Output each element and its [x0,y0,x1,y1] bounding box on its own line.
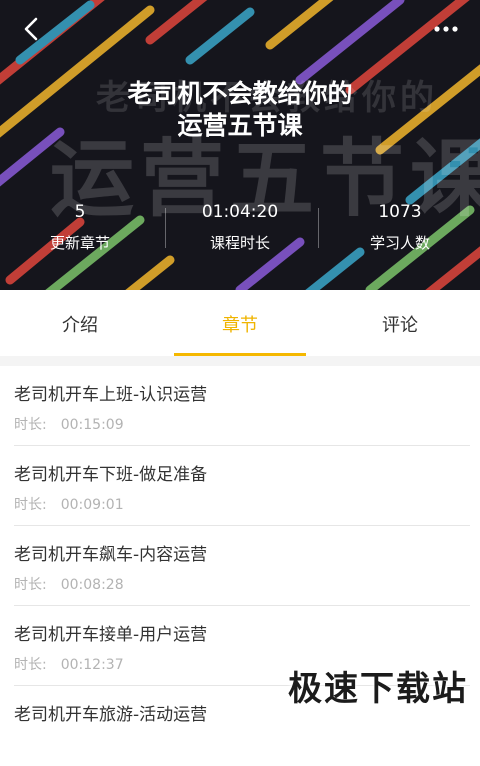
tab-chapters[interactable]: 章节 [160,290,320,356]
watermark-logo: 极速下载站 [288,669,468,709]
chapter-title: 老司机开车飙车-内容运营 [14,545,208,565]
course-stats: 5 更新章节 01:04:20 课程时长 1073 学习人数 [0,200,480,260]
course-tabs: 介绍 章节 评论 [0,290,480,357]
stat-chapters: 5 更新章节 [0,200,160,260]
tab-label: 章节 [222,315,258,336]
stat-value: 01:04:20 [201,202,279,222]
course-header: 老司机不会教给你的 运营五节课 老司机不会教给你的 运营五节课 5 更新章节 0… [0,0,480,290]
chapter-title: 老司机开车上班-认识运营 [14,385,208,405]
duration-label: 时长: [14,657,47,673]
course-title-line2: 运营五节课 [177,111,303,140]
stat-learners: 1073 学习人数 [320,200,480,260]
chapter-duration: 00:08:28 [60,577,124,593]
section-gap [0,356,480,366]
stat-label: 更新章节 [49,234,110,252]
duration-label: 时长: [14,497,47,513]
chapter-title: 老司机开车下班-做足准备 [14,465,208,485]
stat-label: 课程时长 [209,234,270,252]
chapter-meta: 时长: 00:08:28 [14,574,124,594]
more-button[interactable] [426,12,466,46]
stat-duration: 01:04:20 课程时长 [160,200,320,260]
tab-intro[interactable]: 介绍 [0,290,160,356]
chapter-duration: 00:12:37 [60,657,124,673]
chapter-meta: 时长: 00:15:09 [14,414,124,434]
duration-label: 时长: [14,577,47,593]
chapter-meta: 时长: 00:12:37 [14,654,124,674]
chapter-item[interactable]: 老司机开车飙车-内容运营 时长: 00:08:28 [0,526,480,606]
more-horizontal-icon [434,26,458,32]
course-title: 老司机不会教给你的 运营五节课 [0,78,480,142]
stat-divider [318,208,319,248]
tab-label: 介绍 [62,315,98,336]
stat-value: 1073 [378,202,422,222]
chevron-left-icon [24,17,38,41]
tab-label: 评论 [382,315,418,336]
chapter-item[interactable]: 老司机开车下班-做足准备 时长: 00:09:01 [0,446,480,526]
chapter-duration: 00:15:09 [60,417,124,433]
tab-comments[interactable]: 评论 [320,290,480,356]
chapter-meta: 时长: 00:09:01 [14,494,124,514]
course-title-line1: 老司机不会教给你的 [127,79,353,108]
chapter-title: 老司机开车接单-用户运营 [14,625,208,645]
stat-label: 学习人数 [369,234,430,252]
duration-label: 时长: [14,417,47,433]
stat-divider [165,208,166,248]
chapter-duration: 00:09:01 [60,497,124,513]
chapter-title: 老司机开车旅游-活动运营 [14,705,208,725]
stat-value: 5 [74,202,86,222]
back-button[interactable] [14,12,48,46]
chapter-item[interactable]: 老司机开车上班-认识运营 时长: 00:15:09 [0,366,480,446]
